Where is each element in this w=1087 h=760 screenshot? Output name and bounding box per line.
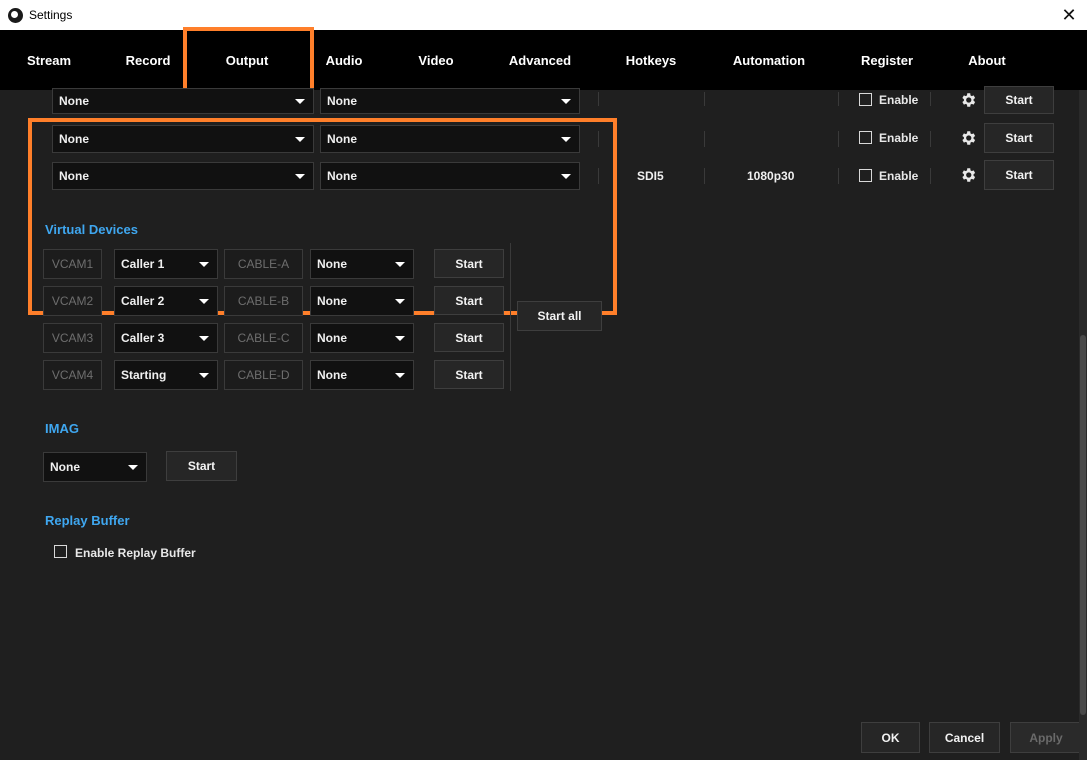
chevron-down-icon xyxy=(199,336,209,341)
vcam-audio-dropdown[interactable]: None xyxy=(310,249,414,279)
vertical-scrollbar[interactable] xyxy=(1079,90,1087,760)
vcam-start-button[interactable]: Start xyxy=(434,323,504,352)
enable-checkbox[interactable] xyxy=(859,169,872,182)
chevron-down-icon xyxy=(199,373,209,378)
enable-replay-buffer-label[interactable]: Enable Replay Buffer xyxy=(75,546,196,560)
cable-name-field: CABLE-D xyxy=(224,360,303,390)
tab-stream[interactable]: Stream xyxy=(18,30,80,90)
divider xyxy=(510,243,511,391)
enable-label[interactable]: Enable xyxy=(879,169,918,183)
dropdown-value: None xyxy=(327,94,357,108)
device-name-field: VCAM4 xyxy=(43,360,102,390)
tab-audio[interactable]: Audio xyxy=(314,30,374,90)
start-all-button[interactable]: Start all xyxy=(517,301,602,331)
virtual-devices-title: Virtual Devices xyxy=(45,222,138,237)
divider xyxy=(598,92,599,106)
cable-name-field: CABLE-B xyxy=(224,286,303,316)
dropdown-value: Starting xyxy=(121,368,167,382)
tab-about[interactable]: About xyxy=(957,30,1017,90)
vcam-source-dropdown[interactable]: Starting xyxy=(114,360,218,390)
chevron-down-icon xyxy=(128,465,138,470)
settings-tabs: Stream Record Output Audio Video Advance… xyxy=(0,30,1087,90)
vcam-source-dropdown[interactable]: Caller 3 xyxy=(114,323,218,353)
dropdown-value: None xyxy=(317,294,347,308)
divider xyxy=(930,131,931,147)
title-bar: Settings ✕ xyxy=(0,0,1087,30)
enable-label[interactable]: Enable xyxy=(879,93,918,107)
divider xyxy=(704,92,705,106)
divider xyxy=(704,168,705,184)
dropdown-value: Caller 2 xyxy=(121,294,165,308)
start-button[interactable]: Start xyxy=(984,123,1054,153)
gear-icon[interactable] xyxy=(959,166,977,184)
scrollbar-thumb[interactable] xyxy=(1080,335,1086,715)
app-logo-icon xyxy=(8,7,23,23)
start-button[interactable]: Start xyxy=(984,160,1054,190)
device-name-field: VCAM2 xyxy=(43,286,102,316)
divider xyxy=(930,168,931,184)
dropdown-value: None xyxy=(317,368,347,382)
enable-label[interactable]: Enable xyxy=(879,131,918,145)
chevron-down-icon xyxy=(199,262,209,267)
sdi-format-label: 1080p30 xyxy=(747,169,795,183)
gear-icon[interactable] xyxy=(959,129,977,147)
imag-source-dropdown[interactable]: None xyxy=(43,452,147,482)
imag-title: IMAG xyxy=(45,421,79,436)
vcam-start-button[interactable]: Start xyxy=(434,249,504,278)
dropdown-value: None xyxy=(59,94,89,108)
vcam-start-button[interactable]: Start xyxy=(434,360,504,389)
dropdown-value: None xyxy=(317,331,347,345)
window-title: Settings xyxy=(29,8,73,22)
chevron-down-icon xyxy=(561,99,571,104)
divider xyxy=(704,131,705,147)
vcam-source-dropdown[interactable]: Caller 2 xyxy=(114,286,218,316)
divider xyxy=(838,131,839,147)
sdi-port-label: SDI5 xyxy=(637,169,664,183)
tab-record[interactable]: Record xyxy=(115,30,181,90)
tab-video[interactable]: Video xyxy=(406,30,466,90)
chevron-down-icon xyxy=(395,262,405,267)
enable-checkbox[interactable] xyxy=(859,93,872,106)
enable-checkbox[interactable] xyxy=(859,131,872,144)
tab-hotkeys[interactable]: Hotkeys xyxy=(613,30,689,90)
divider xyxy=(838,92,839,106)
cable-name-field: CABLE-A xyxy=(224,249,303,279)
chevron-down-icon xyxy=(395,336,405,341)
vcam-source-dropdown[interactable]: Caller 1 xyxy=(114,249,218,279)
device-name-field: VCAM1 xyxy=(43,249,102,279)
dropdown-value: Caller 1 xyxy=(121,257,165,271)
cancel-button[interactable]: Cancel xyxy=(929,722,1000,753)
divider xyxy=(838,168,839,184)
vcam-audio-dropdown[interactable]: None xyxy=(310,286,414,316)
dropdown-value: None xyxy=(317,257,347,271)
chevron-down-icon xyxy=(395,373,405,378)
chevron-down-icon xyxy=(395,299,405,304)
cable-name-field: CABLE-C xyxy=(224,323,303,353)
device-name-field: VCAM3 xyxy=(43,323,102,353)
divider xyxy=(930,92,931,106)
sdi-source-dropdown[interactable]: None xyxy=(52,88,314,114)
gear-icon[interactable] xyxy=(959,91,977,109)
vcam-audio-dropdown[interactable]: None xyxy=(310,323,414,353)
tab-register[interactable]: Register xyxy=(850,30,924,90)
start-button[interactable]: Start xyxy=(984,86,1054,114)
vcam-start-button[interactable]: Start xyxy=(434,286,504,315)
ok-button[interactable]: OK xyxy=(861,722,920,753)
chevron-down-icon xyxy=(199,299,209,304)
apply-button[interactable]: Apply xyxy=(1010,722,1082,753)
enable-replay-buffer-checkbox[interactable] xyxy=(54,545,67,558)
dropdown-value: None xyxy=(50,460,80,474)
close-icon[interactable]: ✕ xyxy=(1055,0,1083,30)
dropdown-value: Caller 3 xyxy=(121,331,165,345)
tab-advanced[interactable]: Advanced xyxy=(500,30,580,90)
imag-start-button[interactable]: Start xyxy=(166,451,237,481)
sdi-audio-dropdown[interactable]: None xyxy=(320,88,580,114)
tab-automation[interactable]: Automation xyxy=(724,30,814,90)
chevron-down-icon xyxy=(295,99,305,104)
vcam-audio-dropdown[interactable]: None xyxy=(310,360,414,390)
replay-buffer-title: Replay Buffer xyxy=(45,513,130,528)
